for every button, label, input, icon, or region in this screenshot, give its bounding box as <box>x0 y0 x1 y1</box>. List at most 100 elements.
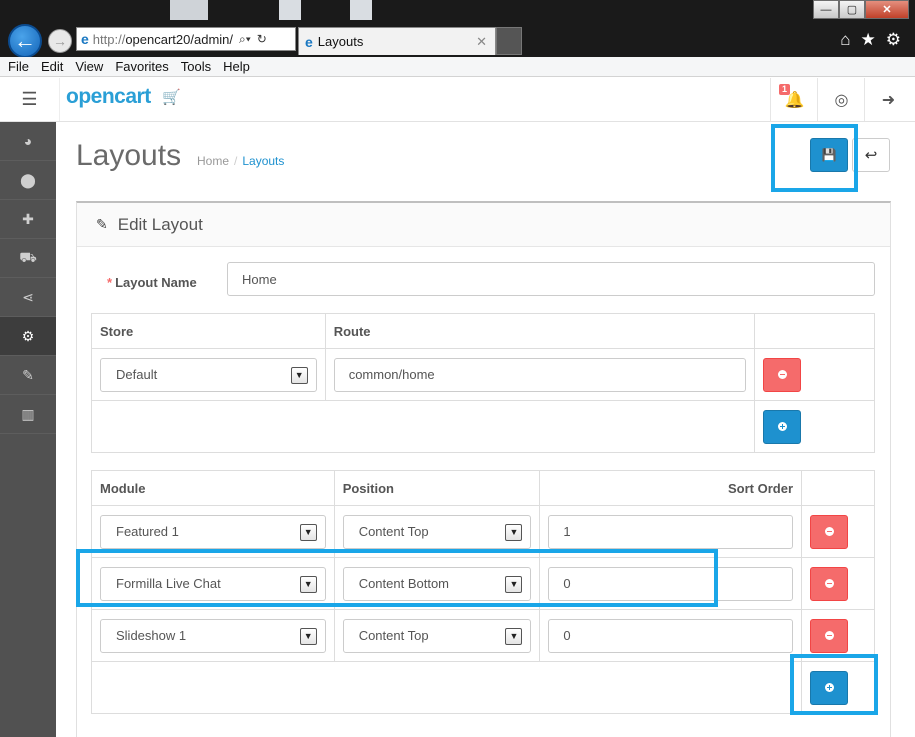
maximize-button[interactable]: ▢ <box>839 0 865 19</box>
minimize-button[interactable]: — <box>813 0 839 19</box>
module-select[interactable]: Featured 1 ▼ <box>100 514 326 549</box>
url-protocol: http:// <box>92 31 126 47</box>
favorites-star-icon[interactable]: ★ <box>861 30 876 50</box>
table-footer-row <box>91 661 875 714</box>
help-button[interactable]: ◎ <box>817 78 865 121</box>
desktop-fragment <box>350 0 372 20</box>
table-row: Default ▼ common/home <box>91 348 875 401</box>
remove-route-button[interactable] <box>763 357 802 392</box>
wrench-icon[interactable]: ✎ <box>0 356 56 395</box>
module-cell: Slideshow 1 ▼ <box>91 609 335 662</box>
ie-logo-icon: e <box>81 31 89 47</box>
cart-icon[interactable]: ⛟ <box>0 239 56 278</box>
menu-file[interactable]: File <box>8 59 29 74</box>
sort-order-input[interactable]: 0 <box>548 618 793 653</box>
chevron-down-icon: ▼ <box>505 627 523 645</box>
browser-toolbar-icons: ⌂ ★ ⚙ <box>840 30 901 50</box>
refresh-icon[interactable]: ↻ <box>257 32 267 46</box>
minus-circle-icon <box>824 527 834 536</box>
position-select[interactable]: Content Top ▼ <box>342 514 532 549</box>
forward-arrow-icon[interactable]: → <box>48 29 72 53</box>
position-cell: Content Top ▼ <box>333 505 541 558</box>
breadcrumb-home[interactable]: Home <box>197 154 229 168</box>
layout-name-label-text: Layout Name <box>115 275 197 290</box>
route-action-header <box>754 313 875 349</box>
route-header: Route <box>324 313 756 349</box>
settings-gear-icon[interactable]: ⚙ <box>886 30 901 50</box>
menu-tools[interactable]: Tools <box>181 59 211 74</box>
route-input[interactable]: common/home <box>333 357 747 392</box>
panel-title: Edit Layout <box>117 214 203 234</box>
module-select-value: Formilla Live Chat <box>116 576 221 591</box>
menu-edit[interactable]: Edit <box>41 59 63 74</box>
back-arrow-icon[interactable]: ← <box>8 24 42 58</box>
layout-name-label: * Layout Name <box>107 275 197 290</box>
menu-help[interactable]: Help <box>223 59 250 74</box>
module-add-cell <box>801 661 875 714</box>
menu-view[interactable]: View <box>75 59 103 74</box>
module-remove-cell <box>801 609 875 662</box>
remove-module-button[interactable] <box>810 618 848 653</box>
browser-tab[interactable]: e Layouts ✕ <box>298 27 496 55</box>
remove-module-button[interactable] <box>810 566 848 601</box>
module-cell: Formilla Live Chat ▼ <box>91 557 335 610</box>
chevron-down-icon: ▼ <box>505 523 523 541</box>
bar-chart-icon[interactable]: ▥ <box>0 395 56 434</box>
plus-circle-icon <box>777 422 787 431</box>
search-icon[interactable]: ⌕▾ <box>239 32 251 47</box>
share-icon[interactable]: ⋖ <box>0 278 56 317</box>
minus-circle-icon <box>824 631 834 640</box>
new-tab-button[interactable] <box>496 27 522 55</box>
store-header: Store <box>91 313 326 349</box>
module-select[interactable]: Slideshow 1 ▼ <box>100 618 326 653</box>
route-cell: common/home <box>324 348 756 401</box>
empty-cell <box>90 400 756 453</box>
tags-icon[interactable]: ⬤ <box>0 161 56 200</box>
add-route-button[interactable] <box>763 409 802 444</box>
desktop-fragment <box>279 0 301 20</box>
panel-heading: ✎ Edit Layout <box>77 203 890 247</box>
dashboard-icon[interactable]: ◕ <box>0 122 56 161</box>
sort-order-cell: 1 <box>539 505 802 558</box>
minus-circle-icon <box>824 579 834 588</box>
address-bar[interactable]: e http:// opencart20/admin/ ⌕▾ ↻ <box>76 27 296 51</box>
close-window-button[interactable]: ✕ <box>865 0 909 19</box>
chevron-down-icon: ▼ <box>290 366 308 384</box>
pencil-icon: ✎ <box>96 216 108 232</box>
save-button[interactable]: 💾 <box>810 138 848 172</box>
position-header: Position <box>333 470 541 506</box>
sort-order-input[interactable]: 0 <box>548 566 793 601</box>
puzzle-icon[interactable]: ✚ <box>0 200 56 239</box>
table-footer-row <box>90 400 875 453</box>
sort-order-input[interactable]: 1 <box>548 514 793 549</box>
position-select[interactable]: Content Top ▼ <box>342 618 532 653</box>
breadcrumb-layouts[interactable]: Layouts <box>242 154 284 168</box>
page-title: Layouts <box>76 139 182 172</box>
store-select[interactable]: Default ▼ <box>100 357 317 392</box>
logout-button[interactable]: ➜ <box>864 78 912 121</box>
module-select[interactable]: Formilla Live Chat ▼ <box>100 566 326 601</box>
menu-toggle-icon[interactable]: ☰ <box>0 78 60 121</box>
close-tab-icon[interactable]: ✕ <box>476 34 487 50</box>
position-select[interactable]: Content Bottom ▼ <box>342 566 532 601</box>
chevron-down-icon: ▼ <box>505 575 523 593</box>
store-cell: Default ▼ <box>91 348 326 401</box>
desktop-fragment <box>170 0 208 20</box>
back-button[interactable]: ↩ <box>852 138 890 172</box>
remove-module-button[interactable] <box>810 514 848 549</box>
home-icon[interactable]: ⌂ <box>840 30 850 50</box>
ie-logo-icon: e <box>305 33 313 50</box>
position-select-value: Content Top <box>358 628 429 643</box>
url-host: opencart20/admin/ <box>125 31 234 47</box>
notifications-button[interactable]: 1 🔔 <box>770 78 818 121</box>
position-cell: Content Bottom ▼ <box>333 557 541 610</box>
position-cell: Content Top ▼ <box>333 609 541 662</box>
empty-cell <box>91 661 802 714</box>
opencart-logo[interactable]: opencart <box>66 85 151 109</box>
cog-icon[interactable]: ⚙ <box>0 317 56 356</box>
module-cell: Featured 1 ▼ <box>91 505 335 558</box>
menu-favorites[interactable]: Favorites <box>115 59 168 74</box>
route-remove-cell <box>754 348 875 401</box>
layout-name-input[interactable]: Home <box>227 262 875 296</box>
add-module-button[interactable] <box>810 670 848 705</box>
